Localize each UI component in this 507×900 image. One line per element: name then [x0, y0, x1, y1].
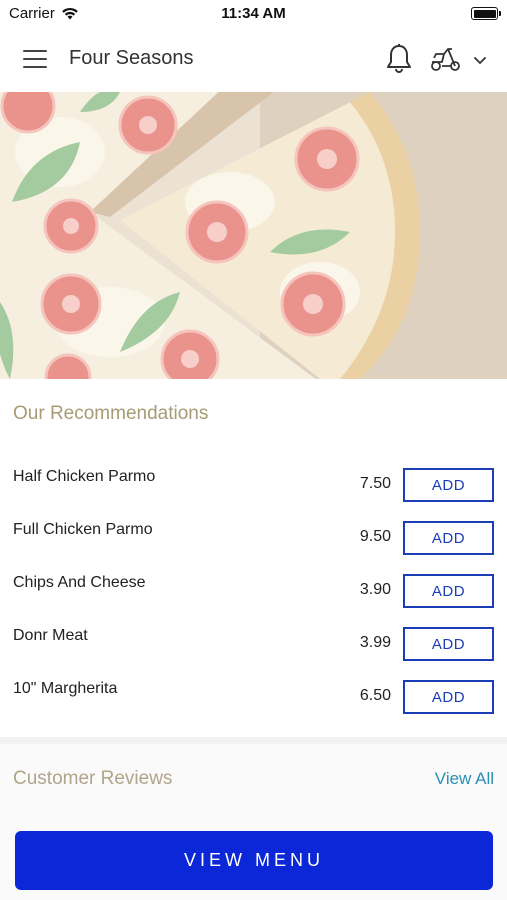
list-item: Half Chicken Parmo 7.50 ADD — [0, 455, 507, 508]
item-name: 10" Margherita — [13, 680, 118, 697]
restaurant-title: Four Seasons — [69, 47, 194, 69]
add-button[interactable]: ADD — [403, 521, 494, 555]
item-price: 6.50 — [359, 687, 391, 704]
add-button[interactable]: ADD — [403, 680, 494, 714]
item-price: 3.90 — [359, 581, 391, 598]
add-button[interactable]: ADD — [403, 468, 494, 502]
view-all-link[interactable]: View All — [435, 769, 494, 789]
recommendations-title: Our Recommendations — [13, 403, 209, 424]
add-button[interactable]: ADD — [403, 627, 494, 661]
item-name: Donr Meat — [13, 627, 88, 644]
reviews-title: Customer Reviews — [13, 768, 173, 789]
list-item: Chips And Cheese 3.90 ADD — [0, 561, 507, 614]
item-name: Full Chicken Parmo — [13, 521, 153, 538]
pizza-photo — [0, 92, 507, 379]
list-item: Full Chicken Parmo 9.50 ADD — [0, 508, 507, 561]
item-price: 3.99 — [359, 634, 391, 651]
item-name: Chips And Cheese — [13, 574, 146, 591]
status-time: 11:34 AM — [221, 5, 286, 22]
list-item: 10" Margherita 6.50 ADD — [0, 667, 507, 720]
chevron-down-icon[interactable] — [472, 52, 488, 68]
scooter-icon[interactable] — [430, 46, 462, 72]
item-price: 9.50 — [359, 528, 391, 545]
item-price: 7.50 — [359, 475, 391, 492]
menu-icon[interactable] — [23, 50, 47, 68]
battery-icon — [471, 7, 501, 20]
item-name: Half Chicken Parmo — [13, 468, 156, 485]
list-item: Donr Meat 3.99 ADD — [0, 614, 507, 667]
add-button[interactable]: ADD — [403, 574, 494, 608]
hero-pizza-image — [0, 92, 507, 379]
view-menu-button[interactable]: VIEW MENU — [15, 831, 493, 890]
bell-icon[interactable] — [385, 43, 413, 75]
nav-bar: Four Seasons — [0, 28, 507, 92]
status-bar: Carrier 11:34 AM — [0, 0, 507, 28]
recommendations-section: Our Recommendations Half Chicken Parmo 7… — [0, 379, 507, 737]
recommendations-list: Half Chicken Parmo 7.50 ADD Full Chicken… — [0, 455, 507, 720]
section-divider — [0, 737, 507, 744]
